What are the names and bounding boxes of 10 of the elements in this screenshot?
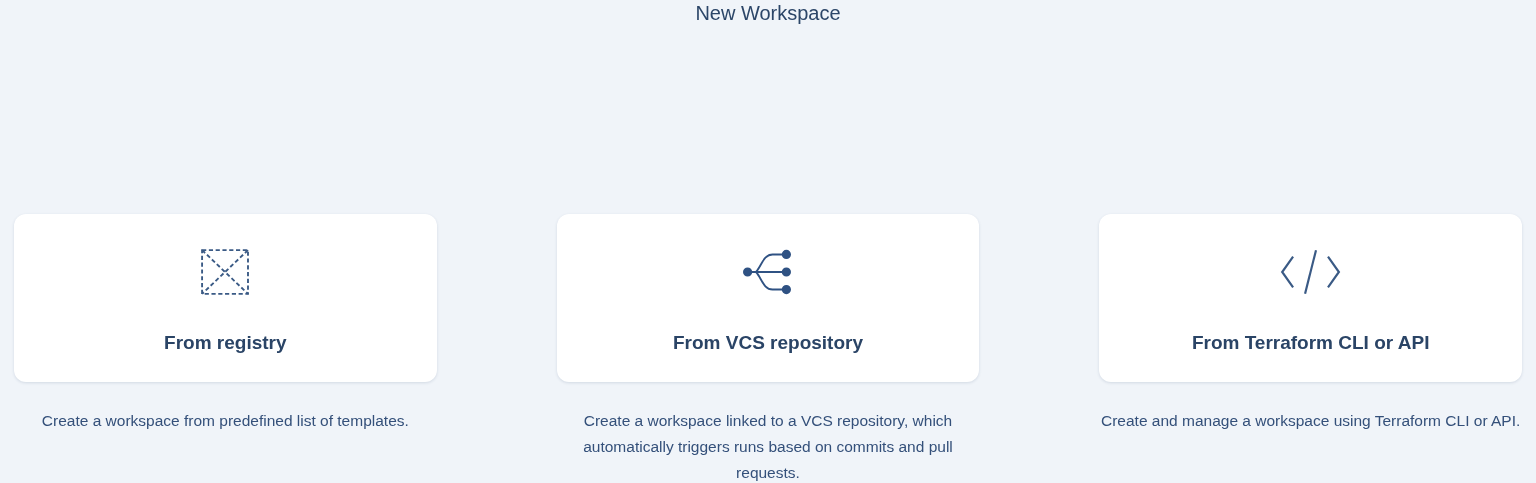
- branch-icon: [743, 248, 793, 296]
- option-card[interactable]: From registry: [14, 214, 437, 382]
- code-icon: [1280, 248, 1342, 296]
- dashed-box-icon: [200, 248, 251, 296]
- option-card[interactable]: From VCS repository: [556, 214, 980, 382]
- option-description: Create a workspace linked to a VCS repository, which automatically triggers runs based on commits and pull requests.: [582, 411, 954, 483]
- option-description: Create and manage a workspace using Terraform CLI or API.: [1100, 411, 1521, 431]
- page-title: New Workspace: [694, 1, 842, 25]
- option-card[interactable]: From Terraform CLI or API: [1099, 214, 1522, 382]
- option-description: Create a workspace from predefined list of templates.: [40, 411, 410, 431]
